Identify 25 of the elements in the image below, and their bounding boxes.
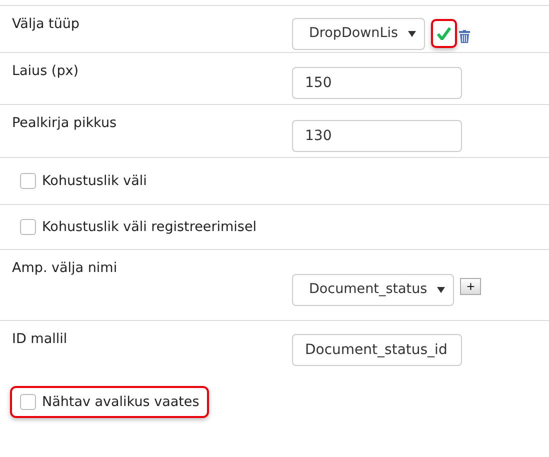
field-label: Pealkirja pikkus: [11, 114, 118, 133]
checkbox[interactable]: [20, 219, 36, 235]
field-label: Amp. välja nimi: [11, 259, 118, 278]
add-button[interactable]: +: [460, 278, 482, 295]
text-field[interactable]: 130: [292, 120, 462, 152]
checkbox-label: Nähtav avalikus vaates: [42, 392, 200, 412]
field-label: Välja tüüp: [11, 15, 80, 34]
dropdown[interactable]: DropDownLis: [292, 18, 426, 50]
check-icon: [437, 27, 452, 40]
dropdown[interactable]: Document_status: [292, 274, 454, 306]
text-field[interactable]: Document_status_id: [292, 334, 462, 366]
checkbox-option[interactable]: Kohustuslik väli registreerimisel: [10, 211, 266, 243]
field-label: ID mallil: [11, 330, 68, 349]
caret-icon: [408, 30, 416, 36]
checkbox-option[interactable]: Kohustuslik väli: [10, 164, 157, 198]
checkbox-label: Kohustuslik väli registreerimisel: [42, 218, 256, 237]
caret-icon: [437, 286, 446, 292]
field-label: Laius (px): [11, 62, 80, 81]
checkbox[interactable]: [20, 173, 36, 189]
trash-icon[interactable]: [457, 28, 472, 45]
checkbox-label: Kohustuslik väli: [42, 172, 147, 191]
checkbox-option[interactable]: Nähtav avalikus vaates: [10, 386, 210, 418]
confirm-button[interactable]: [431, 19, 458, 48]
text-field[interactable]: 150: [292, 67, 462, 99]
checkbox[interactable]: [20, 394, 36, 410]
